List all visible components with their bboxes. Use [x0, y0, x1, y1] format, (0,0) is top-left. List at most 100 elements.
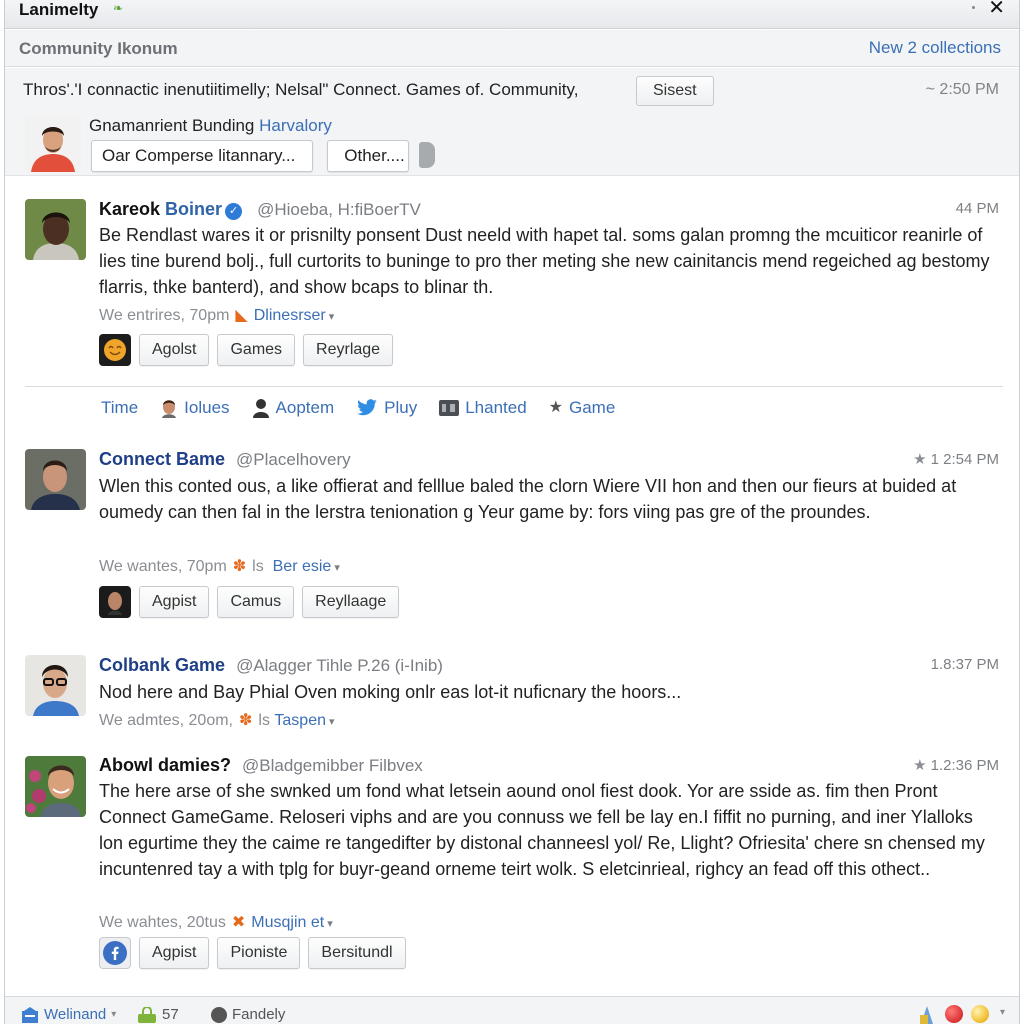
composer-label: Gnamanrient Bunding Harvalory: [89, 116, 332, 136]
status-indicator[interactable]: Fandely: [211, 1006, 285, 1023]
red-status-icon[interactable]: [945, 1005, 963, 1023]
composer-label-text: Gnamanrient Bunding: [89, 116, 255, 135]
star-icon: ★: [548, 399, 563, 416]
tab-label: Iolues: [184, 398, 230, 417]
tab-time[interactable]: Time: [101, 398, 138, 418]
category-link[interactable]: Dlinesrser: [254, 307, 326, 324]
post-header: Abowl damies? @Bladgemibber Filbvex: [99, 755, 423, 776]
leaf-icon: ❧: [113, 1, 124, 15]
post-meta-text: We wahtes, 20tus: [99, 914, 226, 931]
post-meta-text: We admtes, 20om,: [99, 712, 233, 729]
category-link[interactable]: Ber esie: [273, 558, 332, 575]
post-meta: We entrires, 70pm ◣ Dlinesrser ▾: [99, 305, 334, 325]
category-link[interactable]: Taspen: [274, 712, 326, 729]
post-action-button[interactable]: Reyrlage: [303, 334, 394, 366]
avatar[interactable]: [25, 199, 86, 260]
smiley-icon: [104, 339, 126, 361]
author-name[interactable]: Connect Bame: [99, 449, 225, 469]
composer-panel: Thros'.'I connactic inenutiitimelly; Nel…: [5, 68, 1019, 176]
post-time: 1.8:37 PM: [930, 656, 999, 673]
title-bar: Lanimelty ❧ ✕: [5, 0, 1019, 29]
author-handle[interactable]: @Placelhovery: [236, 450, 351, 469]
post-time: ★ 1 2:54 PM: [913, 450, 999, 468]
lock-count[interactable]: 57: [137, 1006, 179, 1023]
composer-time: ~ 2:50 PM: [925, 81, 999, 98]
workspace-label: Welinand: [44, 1006, 107, 1023]
chevron-down-icon[interactable]: ▾: [329, 311, 335, 323]
tab-lhanted[interactable]: Lhanted: [439, 398, 527, 418]
star-icon[interactable]: ★: [913, 757, 926, 774]
post-action-button[interactable]: Agpist: [139, 937, 210, 969]
other-button[interactable]: Other....: [327, 140, 409, 172]
attachment-icon[interactable]: [419, 142, 435, 168]
minimize-icon[interactable]: [972, 6, 975, 9]
author-handle[interactable]: @Bladgemibber Filbvex: [242, 756, 423, 775]
author-name[interactable]: Abowl damies?: [99, 755, 231, 775]
tab-aoptem[interactable]: Aoptem: [252, 398, 335, 418]
lock-icon: [138, 1006, 156, 1023]
user-thumbnail-icon[interactable]: [99, 586, 131, 618]
tab-label: Lhanted: [465, 398, 527, 417]
post-action-button[interactable]: Games: [217, 334, 296, 366]
tab-label: Aoptem: [275, 398, 335, 417]
post-action-button[interactable]: Agpist: [139, 586, 210, 618]
composer-label-link[interactable]: Harvalory: [259, 116, 332, 135]
notification-icon[interactable]: [917, 1004, 937, 1024]
tab-game[interactable]: ★ Game: [549, 398, 616, 418]
avatar[interactable]: [25, 756, 86, 817]
chevron-down-icon[interactable]: ▾: [327, 918, 333, 930]
chevron-down-icon[interactable]: ▾: [329, 716, 335, 728]
apps-icon: [920, 1006, 933, 1024]
suggest-button[interactable]: Sisest: [636, 76, 714, 106]
facebook-share-button[interactable]: [99, 937, 131, 969]
feed-tabs: Time Iolues Aoptem Pluy Lhanted ★ Game: [101, 398, 615, 418]
count-label: 57: [162, 1006, 179, 1023]
chevron-down-icon[interactable]: ▾: [334, 562, 340, 574]
workspace-dropdown[interactable]: Welinand ▾: [21, 1006, 116, 1023]
person-photo-icon: [162, 400, 177, 418]
user-silhouette-icon: [252, 399, 269, 418]
category-link[interactable]: Musqjin et: [251, 914, 324, 931]
post-action-button[interactable]: Reyllaage: [302, 586, 400, 618]
post-action-button[interactable]: Agolst: [139, 334, 210, 366]
post-meta-text: We wantes, 70pm: [99, 558, 227, 575]
user-avatar[interactable]: [25, 116, 81, 172]
forum-title: Community Ikonum: [19, 39, 178, 58]
person-photo-icon: [25, 199, 86, 260]
flag-icon: ✖: [231, 914, 246, 931]
post-meta-extra: ls: [252, 558, 264, 575]
post-meta: We admtes, 20om, ✽ ls Taspen ▾: [99, 710, 335, 730]
tab-label: Game: [569, 398, 616, 417]
tab-pluy[interactable]: Pluy: [356, 398, 417, 418]
author-handle[interactable]: @Alagger Tihle P.26 (i-Inib): [236, 656, 443, 675]
post-meta: We wahtes, 20tus ✖ Musqjin et ▾: [99, 912, 333, 932]
new-collections-link[interactable]: New 2 collections: [869, 38, 1001, 58]
person-photo-icon: [25, 756, 86, 817]
verified-badge-icon: ✓: [225, 203, 243, 220]
author-name[interactable]: Colbank Game: [99, 655, 225, 675]
forum-header: Community Ikonum New 2 collections: [5, 30, 1019, 67]
compose-input[interactable]: Oar Comperse litannary...: [91, 140, 313, 172]
flame-icon: ✽: [232, 558, 247, 575]
close-button[interactable]: ✕: [988, 0, 1005, 19]
post-action-button[interactable]: Pioniste: [217, 937, 301, 969]
chevron-down-icon[interactable]: ▾: [1000, 1007, 1005, 1018]
post-meta-extra: ls: [258, 712, 270, 729]
author-last-name[interactable]: Boiner: [165, 199, 222, 219]
avatar[interactable]: [25, 449, 86, 510]
avatar[interactable]: [25, 655, 86, 716]
author-first-name[interactable]: Kareok: [99, 199, 160, 219]
tab-iolues[interactable]: Iolues: [160, 398, 230, 418]
person-photo-icon: [25, 655, 86, 716]
gallery-icon: [439, 400, 460, 416]
flame-icon: ◣: [235, 307, 248, 324]
post-time-text: 1 2:54 PM: [930, 451, 999, 468]
post-action-button[interactable]: Bersitundl: [308, 937, 406, 969]
author-handle[interactable]: @Hioeba, H:fiBoerTV: [257, 200, 421, 219]
yellow-status-icon[interactable]: [971, 1005, 989, 1023]
inbox-icon: [22, 1006, 38, 1023]
post-action-button[interactable]: Camus: [217, 586, 295, 618]
star-icon[interactable]: ★: [913, 451, 926, 468]
tab-label: Time: [101, 398, 139, 417]
emoji-icon[interactable]: [99, 334, 131, 366]
